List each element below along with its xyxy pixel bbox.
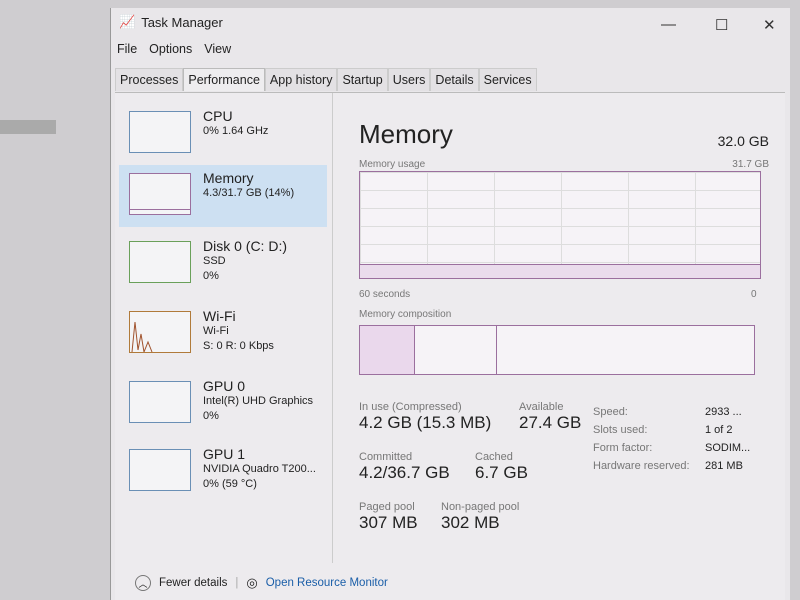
menu-options[interactable]: Options bbox=[149, 42, 192, 56]
title-bar: 📈 Task Manager bbox=[119, 14, 223, 30]
cpu-thumbnail-graph bbox=[129, 111, 191, 153]
window-title: Task Manager bbox=[141, 14, 223, 30]
memory-usage-max: 31.7 GB bbox=[732, 159, 769, 170]
stat-value: 307 MB bbox=[359, 513, 418, 532]
tab-processes[interactable]: Processes bbox=[115, 68, 184, 91]
stat-committed: Committed 4.2/36.7 GB bbox=[359, 451, 450, 483]
detail-key: Form factor: bbox=[593, 442, 653, 454]
sidebar-item-wifi[interactable]: Wi-Fi Wi-Fi S: 0 R: 0 Kbps bbox=[119, 303, 327, 365]
stat-value: 27.4 GB bbox=[519, 413, 582, 432]
stat-value: 6.7 GB bbox=[475, 463, 528, 482]
memory-composition-label: Memory composition bbox=[359, 309, 452, 320]
composition-in-use bbox=[360, 326, 415, 374]
sidebar-item-detail: 0% bbox=[203, 270, 219, 282]
task-manager-window: 📈 Task Manager — ☐ ✕ File Options View P… bbox=[110, 8, 790, 600]
menu-view[interactable]: View bbox=[204, 42, 231, 56]
sidebar-item-gpu1[interactable]: GPU 1 NVIDIA Quadro T200... 0% (59 °C) bbox=[119, 441, 327, 503]
stat-nonpaged-pool: Non-paged pool 302 MB bbox=[441, 501, 519, 533]
performance-panel: CPU 0% 1.64 GHz Memory 4.3/31.7 GB (14%) D… bbox=[115, 92, 785, 600]
background-element bbox=[0, 120, 56, 134]
sidebar-item-detail: Wi-Fi bbox=[203, 325, 229, 337]
memory-usage-graph bbox=[359, 171, 761, 279]
stat-available: Available 27.4 GB bbox=[519, 401, 581, 433]
tab-app-history[interactable]: App history bbox=[264, 68, 338, 91]
composition-modified bbox=[415, 326, 497, 374]
sidebar-item-detail: 4.3/31.7 GB (14%) bbox=[203, 187, 295, 199]
sidebar-item-cpu[interactable]: CPU 0% 1.64 GHz bbox=[119, 103, 327, 165]
sidebar-item-name: Disk 0 (C: D:) bbox=[203, 238, 287, 254]
sidebar-item-detail: 0% (59 °C) bbox=[203, 478, 257, 490]
menu-bar: File Options View bbox=[117, 42, 231, 56]
detail-value: 281 MB bbox=[705, 460, 743, 472]
memory-usage-fill bbox=[360, 264, 760, 278]
sidebar-item-detail: 0% 1.64 GHz bbox=[203, 125, 269, 137]
sidebar-item-name: Memory bbox=[203, 170, 254, 186]
detail-value: 1 of 2 bbox=[705, 424, 733, 436]
sidebar-item-memory[interactable]: Memory 4.3/31.7 GB (14%) bbox=[119, 165, 327, 227]
stat-label: Paged pool bbox=[359, 501, 415, 513]
stat-label: Cached bbox=[475, 451, 513, 463]
resource-monitor-icon: ◎ bbox=[246, 575, 258, 590]
open-resource-monitor-link[interactable]: Open Resource Monitor bbox=[266, 577, 388, 589]
tab-users[interactable]: Users bbox=[387, 68, 431, 91]
stat-in-use: In use (Compressed) 4.2 GB (15.3 MB) bbox=[359, 401, 491, 433]
footer: ︿ Fewer details | ◎ Open Resource Monito… bbox=[135, 575, 388, 591]
stat-paged-pool: Paged pool 307 MB bbox=[359, 501, 418, 533]
sidebar-item-gpu0[interactable]: GPU 0 Intel(R) UHD Graphics 0% bbox=[119, 373, 327, 435]
sidebar-item-detail: NVIDIA Quadro T200... bbox=[203, 463, 316, 475]
total-memory: 32.0 GB bbox=[717, 133, 769, 149]
menu-file[interactable]: File bbox=[117, 42, 137, 56]
sidebar-item-detail: 0% bbox=[203, 410, 219, 422]
graph-time-end: 0 bbox=[751, 289, 757, 300]
detail-value: SODIM... bbox=[705, 442, 751, 454]
sidebar-item-name: Wi-Fi bbox=[203, 308, 236, 324]
disk-thumbnail-graph bbox=[129, 241, 191, 283]
stat-cached: Cached 6.7 GB bbox=[475, 451, 528, 483]
sidebar-item-detail: SSD bbox=[203, 255, 226, 267]
fewer-details-button[interactable]: Fewer details bbox=[159, 577, 227, 589]
sidebar-item-detail: S: 0 R: 0 Kbps bbox=[203, 340, 274, 352]
sidebar-item-disk[interactable]: Disk 0 (C: D:) SSD 0% bbox=[119, 233, 327, 295]
tab-bar: Processes Performance App history Startu… bbox=[115, 68, 537, 91]
stat-value: 4.2/36.7 GB bbox=[359, 463, 450, 482]
resource-sidebar: CPU 0% 1.64 GHz Memory 4.3/31.7 GB (14%) D… bbox=[115, 93, 333, 563]
tab-startup[interactable]: Startup bbox=[337, 68, 388, 91]
detail-key: Slots used: bbox=[593, 424, 648, 436]
tab-performance[interactable]: Performance bbox=[183, 68, 265, 91]
sidebar-item-name: GPU 0 bbox=[203, 378, 246, 394]
detail-key: Speed: bbox=[593, 406, 628, 418]
sidebar-item-detail: Intel(R) UHD Graphics bbox=[203, 395, 314, 407]
page-title: Memory bbox=[359, 119, 453, 149]
stat-label: Non-paged pool bbox=[441, 501, 520, 513]
stat-value: 302 MB bbox=[441, 513, 500, 532]
detail-value: 2933 ... bbox=[705, 406, 742, 418]
memory-usage-label: Memory usage bbox=[359, 159, 426, 170]
gpu0-thumbnail-graph bbox=[129, 381, 191, 423]
sidebar-item-name: GPU 1 bbox=[203, 446, 246, 462]
graph-time-start: 60 seconds bbox=[359, 289, 411, 300]
detail-key: Hardware reserved: bbox=[593, 460, 690, 472]
memory-thumbnail-graph bbox=[129, 173, 191, 215]
wifi-activity-spikes bbox=[131, 321, 153, 354]
tab-details[interactable]: Details bbox=[430, 68, 479, 91]
hardware-details: Speed: 2933 ... Slots used: 1 of 2 Form fa… bbox=[593, 403, 750, 475]
chevron-up-icon[interactable]: ︿ bbox=[135, 575, 151, 591]
stat-value: 4.2 GB (15.3 MB) bbox=[359, 413, 492, 432]
close-button[interactable]: ✕ bbox=[763, 16, 776, 34]
minimize-button[interactable]: — bbox=[661, 16, 676, 33]
wifi-thumbnail-graph bbox=[129, 311, 191, 354]
stat-label: Committed bbox=[359, 451, 413, 463]
maximize-button[interactable]: ☐ bbox=[715, 16, 728, 34]
sidebar-item-name: CPU bbox=[203, 108, 233, 124]
gpu1-thumbnail-graph bbox=[129, 449, 191, 491]
task-manager-icon: 📈 bbox=[119, 14, 136, 29]
stat-label: In use (Compressed) bbox=[359, 401, 462, 413]
tab-services[interactable]: Services bbox=[478, 68, 537, 91]
stat-label: Available bbox=[519, 401, 564, 413]
composition-free bbox=[497, 326, 754, 374]
memory-composition-bar bbox=[359, 325, 755, 375]
